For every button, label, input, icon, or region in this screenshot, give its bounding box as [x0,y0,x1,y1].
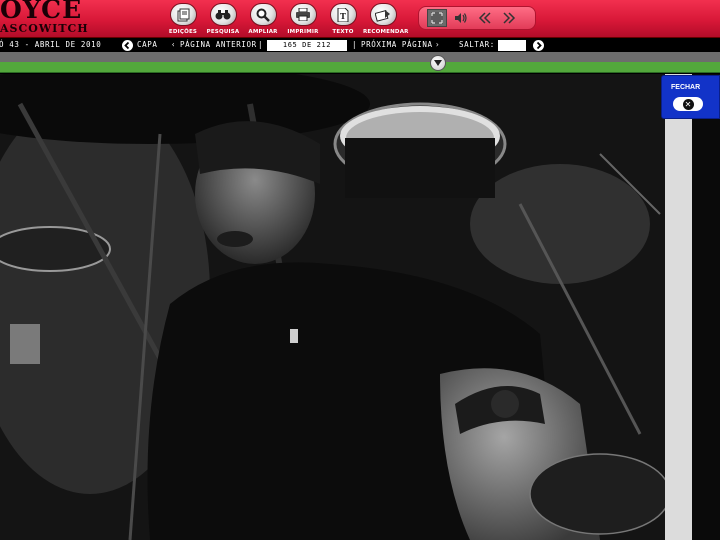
close-label: FECHAR [671,84,701,91]
jump-go-icon[interactable] [533,39,544,51]
next-page-arrow-icon: › [435,40,441,49]
page-right-margin [665,74,692,540]
cover-link[interactable]: CAPA [137,38,157,52]
text-document-icon: T [329,3,357,26]
previous-page-button[interactable] [475,9,495,27]
previous-page-icon [478,12,491,24]
top-toolbar: OYCE ASCOWITCH EDIÇÕES PESQUISA AMPLIAR … [0,0,720,38]
next-page-icon [503,12,516,24]
print-label: IMPRIMIR [287,29,319,35]
jump-input[interactable] [498,39,526,51]
text-label: TEXTO [332,29,354,35]
viewer-right-edge [692,74,720,540]
magnifier-icon [249,3,277,26]
next-page-button[interactable] [499,9,519,27]
editions-icon [169,3,197,26]
page-navigation-bar: Ó 43 - ABRIL DE 2010 CAPA ‹ PÁGINA ANTER… [0,38,720,52]
audio-button[interactable] [451,9,471,27]
prev-page-arrow-icon: ‹ [171,40,177,49]
magazine-logo-subtitle: ASCOWITCH [0,22,89,35]
navigation-pill [418,6,536,30]
search-label: PESQUISA [206,29,240,35]
jump-label: SALTAR: [459,40,495,49]
cover-icon[interactable] [122,39,133,51]
recommend-button[interactable]: RECOMENDAR [363,3,409,37]
toolbar-buttons: EDIÇÕES PESQUISA AMPLIAR IMPRIMIR T TEXT… [163,3,409,37]
next-page-link[interactable]: PRÓXIMA PÁGINA [361,38,433,52]
recommend-icon [369,3,397,26]
close-panel[interactable]: FECHAR ✕ [661,75,720,119]
green-divider [0,62,720,73]
page-number-input[interactable]: 165 DE 212 [267,39,347,51]
prev-page-link[interactable]: PÁGINA ANTERIOR [180,38,257,52]
gray-divider [0,52,720,62]
close-button[interactable]: ✕ [673,97,703,111]
fullscreen-button[interactable] [427,9,447,27]
magazine-page-photo [0,74,665,540]
magazine-logo-title: OYCE [0,0,83,24]
zoom-button[interactable]: AMPLIAR [243,3,283,37]
zoom-label: AMPLIAR [248,29,278,35]
printer-icon [289,3,317,26]
search-button[interactable]: PESQUISA [203,3,243,37]
separator: | [352,40,358,49]
svg-text:T: T [340,11,346,21]
separator: | [258,40,264,49]
speaker-icon [455,13,467,23]
editions-button[interactable]: EDIÇÕES [163,3,203,37]
close-icon: ✕ [682,98,694,110]
print-button[interactable]: IMPRIMIR [283,3,323,37]
drummer-photo [0,74,665,540]
collapse-toolbar-icon[interactable] [430,55,446,71]
fullscreen-icon [431,12,443,24]
recommend-label: RECOMENDAR [363,29,409,35]
binoculars-icon [209,3,237,26]
edition-info: Ó 43 - ABRIL DE 2010 [0,40,102,49]
editions-label: EDIÇÕES [168,29,198,35]
text-button[interactable]: T TEXTO [323,3,363,37]
